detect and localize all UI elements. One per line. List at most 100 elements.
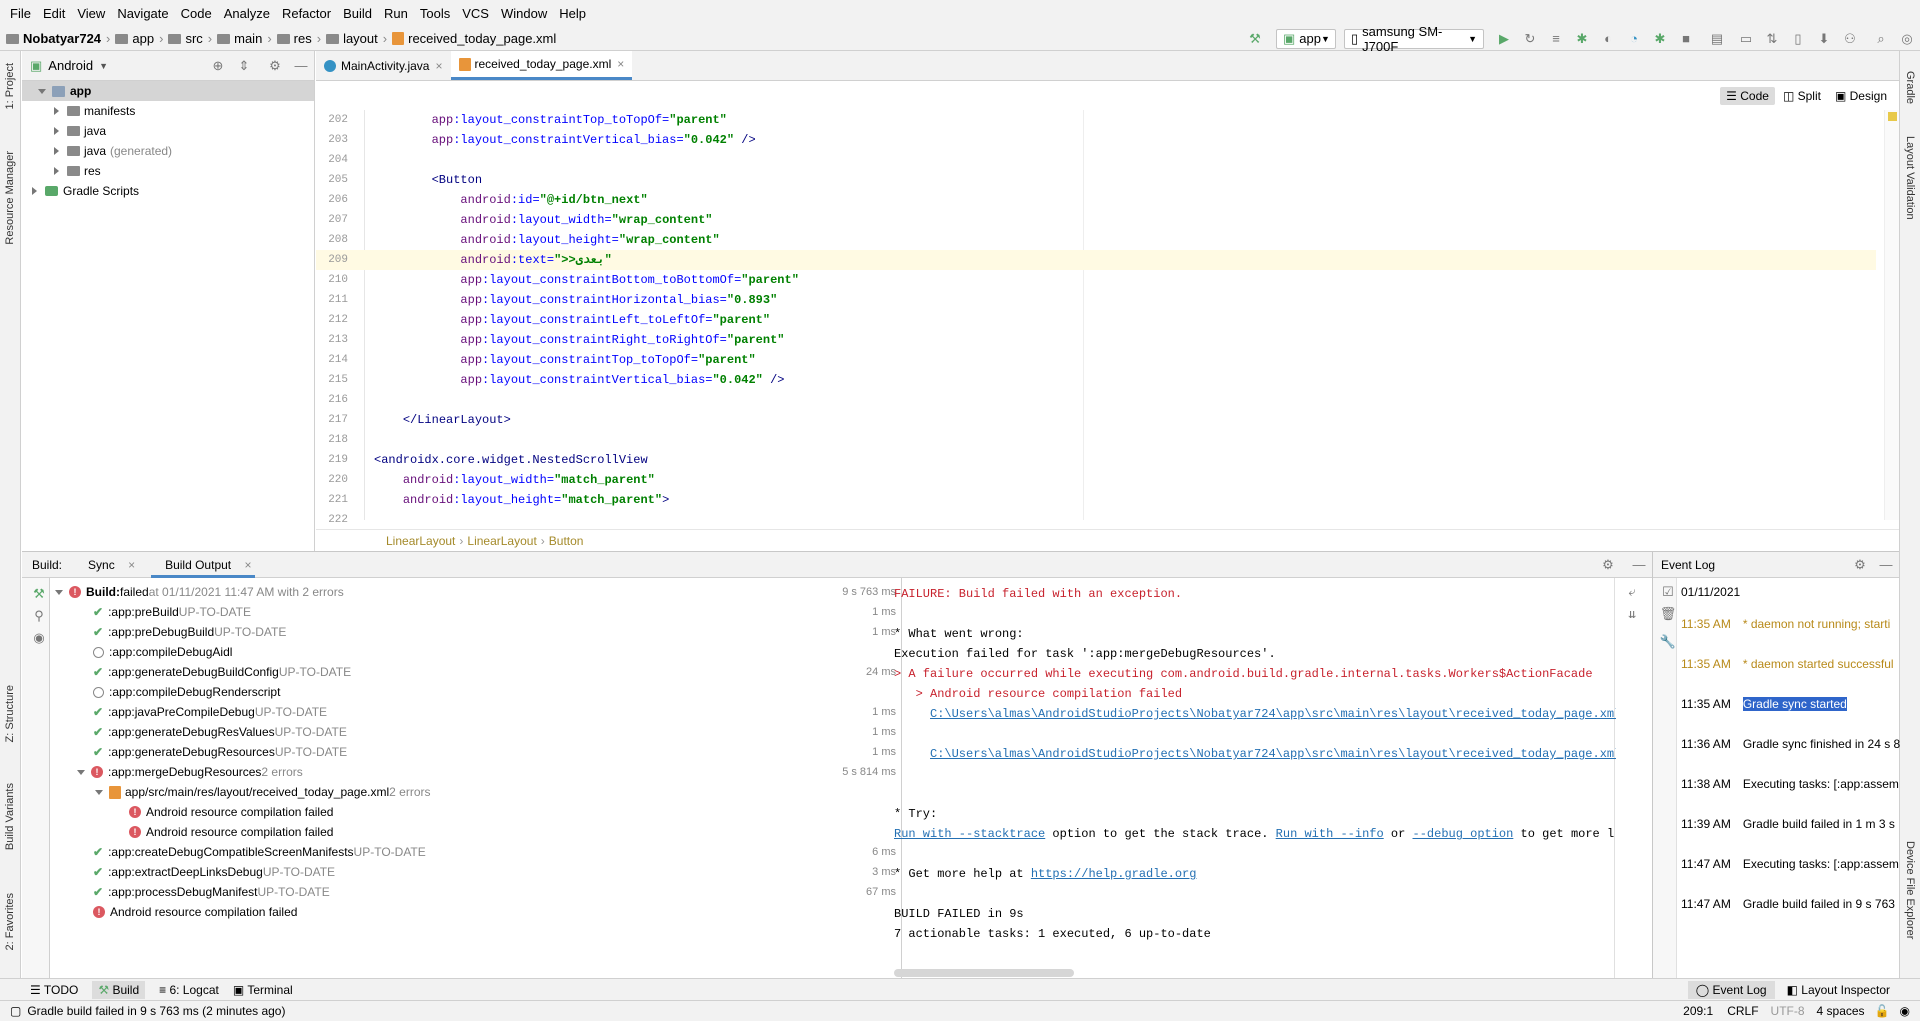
project-tool-tab[interactable]: 1: Project xyxy=(4,63,16,109)
eye-icon[interactable]: ◉ xyxy=(31,630,47,646)
build-row[interactable]: app/src/main/res/layout/received_today_p… xyxy=(51,782,902,802)
cursor-position[interactable]: 209:1 xyxy=(1683,1004,1713,1018)
run-config-select[interactable]: ▣ app ▼ xyxy=(1276,28,1336,49)
expanded-arrow-icon[interactable] xyxy=(55,589,63,595)
search-icon[interactable]: ⌕ xyxy=(1873,31,1889,47)
build-tab[interactable]: ⚒ Build xyxy=(92,980,146,999)
resource-manager-tab[interactable]: Resource Manager xyxy=(4,151,16,245)
collapsed-arrow-icon[interactable] xyxy=(54,147,59,155)
event-entry[interactable]: 11:35 AM Gradle sync started xyxy=(1681,694,1900,714)
project-structure-icon[interactable]: ▤ xyxy=(1709,31,1725,47)
stacktrace-link[interactable]: Run with --stacktrace xyxy=(894,827,1045,841)
design-view-button[interactable]: ▣ Design xyxy=(1829,87,1893,105)
build-row[interactable]: !:app:mergeDebugResources 2 errors 5 s 81… xyxy=(51,762,902,782)
tab-main-activity[interactable]: MainActivity.java × xyxy=(316,51,451,80)
layout-icon[interactable]: ▭ xyxy=(1738,31,1754,47)
build-row[interactable]: ✔:app:javaPreCompileDebug UP-TO-DATE 1 ms xyxy=(51,702,902,722)
tree-item-java[interactable]: java xyxy=(22,121,314,141)
build-row[interactable]: ! Build: failed at 01/11/2021 11:47 AM wi… xyxy=(51,582,902,602)
xml-crumb[interactable]: LinearLayout xyxy=(386,534,455,548)
collapsed-arrow-icon[interactable] xyxy=(54,107,59,115)
mark-read-icon[interactable]: ☑ xyxy=(1660,584,1676,600)
menu-view[interactable]: View xyxy=(71,0,111,27)
menu-build[interactable]: Build xyxy=(337,0,378,27)
build-row[interactable]: ✔:app:preDebugBuild UP-TO-DATE 1 ms xyxy=(51,622,902,642)
emulator-icon[interactable]: ⚇ xyxy=(1842,31,1858,47)
collapsed-arrow-icon[interactable] xyxy=(32,187,37,195)
code-area[interactable]: 202 app:layout_constraintTop_toTopOf="pa… xyxy=(316,110,1899,526)
pin-icon[interactable]: ⚲ xyxy=(31,608,47,624)
breadcrumb-item[interactable]: layout xyxy=(326,31,378,46)
wrench-icon[interactable]: 🔧 xyxy=(1660,634,1676,650)
hammer-icon[interactable]: ⚒ xyxy=(31,586,47,602)
breadcrumb-item[interactable]: res xyxy=(276,31,312,46)
user-icon[interactable]: ◎ xyxy=(1899,31,1915,47)
breadcrumb-item[interactable]: main xyxy=(217,31,262,46)
build-row[interactable]: ✔:app:generateDebugBuildConfig UP-TO-DAT… xyxy=(51,662,902,682)
tree-item-java[interactable]: java (generated) xyxy=(22,141,314,161)
run-icon[interactable]: ▶ xyxy=(1496,31,1512,47)
profile-icon[interactable]: ◐ xyxy=(1600,31,1616,47)
build-row[interactable]: ✔:app:preBuild UP-TO-DATE 1 ms xyxy=(51,602,902,622)
tree-item-res[interactable]: res xyxy=(22,161,314,181)
code-view-button[interactable]: ☰ Code xyxy=(1720,87,1775,105)
build-row[interactable]: ✔:app:generateDebugResValues UP-TO-DATE 1… xyxy=(51,722,902,742)
event-entry[interactable]: 11:36 AM Gradle sync finished in 24 s 8 xyxy=(1681,734,1900,754)
scroll-to-end-icon[interactable]: ⇊ xyxy=(1624,606,1640,622)
todo-tab[interactable]: ☰ TODO xyxy=(30,983,78,997)
locate-icon[interactable]: ⊕ xyxy=(210,58,226,74)
stop-icon[interactable]: ■ xyxy=(1678,31,1694,47)
menu-edit[interactable]: Edit xyxy=(37,0,71,27)
build-row[interactable]: ✔:app:createDebugCompatibleScreenManifes… xyxy=(51,842,902,862)
build-row[interactable]: ✔:app:extractDeepLinksDebug UP-TO-DATE 3 … xyxy=(51,862,902,882)
menu-window[interactable]: Window xyxy=(495,0,553,27)
collapsed-arrow-icon[interactable] xyxy=(54,167,59,175)
breadcrumb-item[interactable]: received_today_page.xml xyxy=(392,31,556,46)
horizontal-scrollbar[interactable] xyxy=(894,969,1074,977)
expanded-arrow-icon[interactable] xyxy=(38,88,46,94)
layout-inspector-tab[interactable]: ◧ Layout Inspector xyxy=(1787,983,1890,997)
tree-item-manifests[interactable]: manifests xyxy=(22,101,314,121)
apply-changes-icon[interactable]: ≡ xyxy=(1548,31,1564,47)
build-console[interactable]: ⤶ ⇊ FAILURE: Build failed with an except… xyxy=(888,578,1648,979)
build-row[interactable]: ! Android resource compilation failed xyxy=(51,802,902,822)
event-log-tab[interactable]: ◯ Event Log xyxy=(1687,980,1775,999)
debug-link[interactable]: --debug option xyxy=(1413,827,1514,841)
event-entry[interactable]: 11:39 AM Gradle build failed in 1 m 3 s xyxy=(1681,814,1900,834)
expanded-arrow-icon[interactable] xyxy=(77,769,85,775)
sdk-manager-icon[interactable]: ⬇ xyxy=(1816,31,1832,47)
attach-debugger-icon[interactable]: ✱ xyxy=(1652,31,1668,47)
tree-item-gradle-scripts[interactable]: Gradle Scripts xyxy=(22,181,314,201)
close-icon[interactable]: × xyxy=(128,558,135,572)
menu-run[interactable]: Run xyxy=(378,0,414,27)
gear-icon[interactable]: ⚙ xyxy=(267,58,283,74)
event-entry[interactable]: 11:47 AM Executing tasks: [:app:assem xyxy=(1681,854,1900,874)
favorites-tab[interactable]: 2: Favorites xyxy=(4,893,16,950)
file-encoding[interactable]: UTF-8 xyxy=(1771,1004,1805,1018)
menu-vcs[interactable]: VCS xyxy=(456,0,495,27)
close-icon[interactable]: × xyxy=(244,558,251,572)
build-row[interactable]: ✔:app:generateDebugResources UP-TO-DATE 1… xyxy=(51,742,902,762)
console-path-link[interactable]: C:\Users\almas\AndroidStudioProjects\Nob… xyxy=(930,707,1616,721)
hide-icon[interactable]: — xyxy=(1878,557,1894,573)
breadcrumb-item[interactable]: Nobatyar724 xyxy=(6,31,101,46)
collapsed-arrow-icon[interactable] xyxy=(54,127,59,135)
tab-sync[interactable]: Sync × xyxy=(78,558,135,572)
menu-refactor[interactable]: Refactor xyxy=(276,0,337,27)
terminal-tab[interactable]: ▣ Terminal xyxy=(233,983,293,997)
device-select[interactable]: ▯ samsung SM-J700F ▼ xyxy=(1344,24,1484,54)
profiler-icon[interactable]: ◔ xyxy=(1626,31,1642,47)
xml-crumb[interactable]: LinearLayout xyxy=(467,534,536,548)
rerun-icon[interactable]: ↻ xyxy=(1522,31,1538,47)
expanded-arrow-icon[interactable] xyxy=(95,789,103,795)
menu-help[interactable]: Help xyxy=(553,0,592,27)
tree-item-app[interactable]: app xyxy=(22,81,314,101)
chevron-down-icon[interactable]: ▼ xyxy=(99,61,108,71)
build-variants-tab[interactable]: Build Variants xyxy=(4,783,16,850)
notifications-icon[interactable]: ◉ xyxy=(1900,1004,1910,1018)
sync-icon[interactable]: ⇅ xyxy=(1764,31,1780,47)
soft-wrap-icon[interactable]: ⤶ xyxy=(1624,584,1640,600)
xml-crumb[interactable]: Button xyxy=(549,534,584,548)
event-entry[interactable]: 11:35 AM * daemon started successful xyxy=(1681,654,1900,674)
logcat-tab[interactable]: ≡ 6: Logcat xyxy=(159,983,219,997)
